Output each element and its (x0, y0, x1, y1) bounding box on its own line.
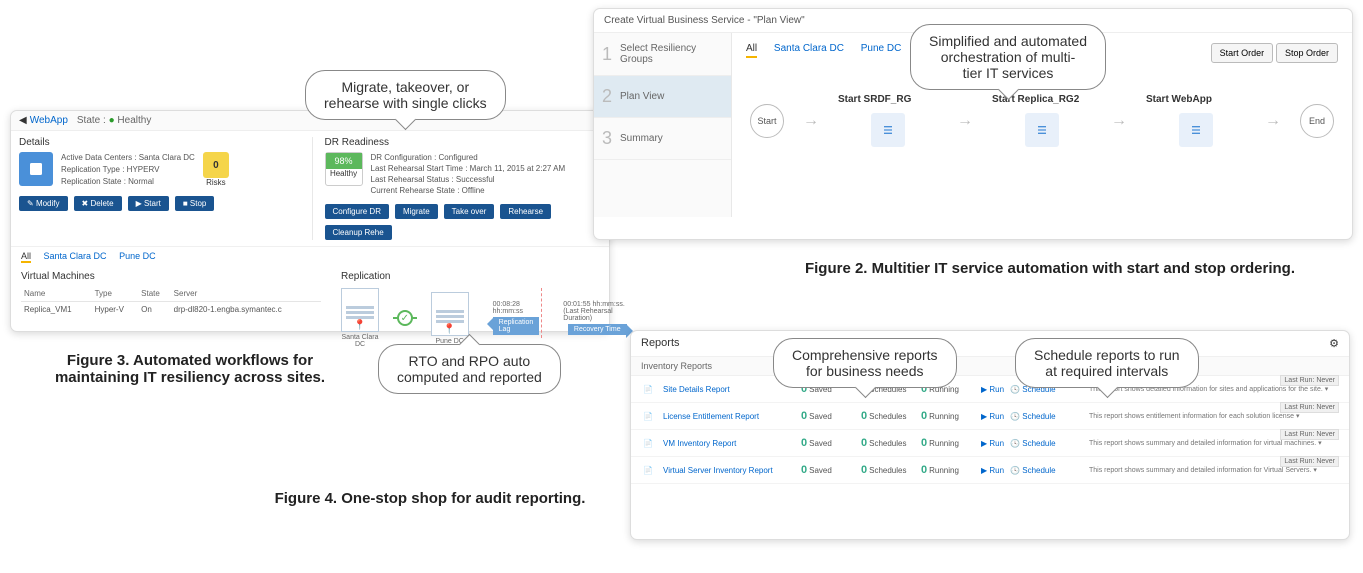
vm-table: Virtual Machines NameTypeStateServer Rep… (21, 271, 321, 348)
report-desc: Last Run: NeverThis report shows summary… (1089, 466, 1339, 474)
chevron-down-icon[interactable]: ▾ (1313, 467, 1317, 474)
breadcrumb-webapp[interactable]: WebApp (30, 115, 68, 126)
details-title: Details (19, 137, 296, 148)
details-section: Details Active Data Centers : Santa Clar… (19, 137, 296, 240)
tab-all[interactable]: All (746, 43, 757, 58)
app-icon (19, 152, 53, 186)
rehearse-button[interactable]: Rehearse (500, 204, 551, 219)
fig2-caption: Figure 2. Multitier IT service automatio… (740, 260, 1360, 277)
health-badge: 98% Healthy (325, 152, 363, 186)
fig3-caption: Figure 3. Automated workflows for mainta… (20, 352, 360, 386)
start-button[interactable]: ▶ Start (128, 196, 169, 211)
report-icon: 📄 (641, 409, 655, 423)
fig4-caption: Figure 4. One-stop shop for audit report… (230, 490, 630, 507)
list-icon (871, 113, 905, 147)
report-name[interactable]: VM Inventory Report (663, 439, 793, 448)
workflow-flow: Start → Start SRDF_RG → Start Replica_RG… (746, 94, 1338, 147)
tab-pune[interactable]: Pune DC (119, 251, 156, 261)
reports-title: Reports (641, 337, 680, 350)
chevron-down-icon[interactable]: ▾ (1296, 413, 1300, 420)
last-run: Last Run: Never (1280, 402, 1339, 413)
report-row[interactable]: 📄Site Details Report0Saved0Schedules0Run… (631, 376, 1349, 403)
callout-orchestration: Simplified and automated orchestration o… (910, 24, 1106, 90)
dc-tabs: All Santa Clara DC Pune DC (11, 246, 609, 265)
step-3[interactable]: 3Summary (594, 118, 731, 160)
dr-section: DR Readiness 98% Healthy DR Configuratio… (312, 137, 602, 240)
flow-node-srdf[interactable]: Start SRDF_RG (838, 94, 938, 147)
callout-migrate: Migrate, takeover, or rehearse with sing… (305, 70, 506, 120)
run-link[interactable]: ▶ Run (981, 412, 1004, 421)
flow-node-webapp[interactable]: Start WebApp (1146, 94, 1246, 147)
report-icon: 📄 (641, 463, 655, 477)
fig3-panel: ◀ WebApp State : ● Healthy Details Activ… (10, 110, 610, 332)
reports-subtitle: Inventory Reports (631, 357, 1349, 376)
recovery-time: Recovery Time (568, 324, 627, 335)
last-run: Last Run: Never (1280, 375, 1339, 386)
state-label: State : ● Healthy (77, 115, 151, 126)
report-name[interactable]: Virtual Server Inventory Report (663, 466, 793, 475)
callout-reports: Comprehensive reports for business needs (773, 338, 957, 388)
dr-title: DR Readiness (325, 137, 602, 148)
takeover-button[interactable]: Take over (444, 204, 495, 219)
run-link[interactable]: ▶ Run (981, 439, 1004, 448)
modify-button[interactable]: ✎ Modify (19, 196, 68, 211)
report-desc: Last Run: NeverThis report shows summary… (1089, 439, 1339, 447)
schedule-link[interactable]: 🕓 Schedule (1010, 439, 1056, 448)
list-icon (1179, 113, 1213, 147)
dc-pune: 📍 Pune DC (431, 292, 469, 345)
gear-icon[interactable]: ⚙ (1329, 337, 1339, 350)
replication-link: ✓ (393, 317, 417, 319)
report-row[interactable]: 📄VM Inventory Report0Saved0Schedules0Run… (631, 430, 1349, 457)
tab-sc[interactable]: Santa Clara DC (774, 43, 844, 54)
last-run: Last Run: Never (1280, 429, 1339, 440)
configure-dr-button[interactable]: Configure DR (325, 204, 389, 219)
report-name[interactable]: License Entitlement Report (663, 412, 793, 421)
run-link[interactable]: ▶ Run (981, 466, 1004, 475)
dr-info: DR Configuration : ConfiguredLast Rehear… (371, 152, 566, 196)
step-1[interactable]: 1Select Resiliency Groups (594, 33, 731, 76)
last-run: Last Run: Never (1280, 456, 1339, 467)
repl-title: Replication (341, 271, 631, 282)
risks-badge[interactable]: 0 Risks (203, 152, 229, 187)
check-icon: ✓ (397, 310, 413, 326)
start-order-button[interactable]: Start Order (1211, 43, 1274, 63)
report-row[interactable]: 📄Virtual Server Inventory Report0Saved0S… (631, 457, 1349, 484)
report-icon: 📄 (641, 382, 655, 396)
flow-node-replica[interactable]: Start Replica_RG2 (992, 94, 1092, 147)
table-row[interactable]: Replica_VM1Hyper-VOndrp-dl820-1.engba.sy… (21, 302, 321, 318)
chevron-down-icon[interactable]: ▾ (1325, 386, 1329, 393)
flow-start: Start (750, 104, 784, 138)
dc-santa-clara: 📍 Santa Clara DC (341, 288, 379, 348)
vm-title: Virtual Machines (21, 271, 321, 282)
chevron-down-icon[interactable]: ▾ (1318, 440, 1322, 447)
stop-button[interactable]: ■ Stop (175, 196, 215, 211)
replication-section: Replication 📍 Santa Clara DC ✓ 📍 Pune DC… (341, 271, 631, 348)
replication-lag: Replication Lag (493, 317, 540, 335)
back-icon[interactable]: ◀ (19, 115, 27, 126)
migrate-button[interactable]: Migrate (395, 204, 438, 219)
report-row[interactable]: 📄License Entitlement Report0Saved0Schedu… (631, 403, 1349, 430)
schedule-link[interactable]: 🕓 Schedule (1010, 412, 1056, 421)
report-icon: 📄 (641, 436, 655, 450)
callout-schedule: Schedule reports to run at required inte… (1015, 338, 1199, 388)
report-desc: Last Run: NeverThis report shows entitle… (1089, 412, 1339, 420)
list-icon (1025, 113, 1059, 147)
step-2[interactable]: 2Plan View (594, 76, 731, 118)
schedule-link[interactable]: 🕓 Schedule (1010, 466, 1056, 475)
callout-rto-rpo: RTO and RPO auto computed and reported (378, 344, 561, 394)
flow-end: End (1300, 104, 1334, 138)
cleanup-button[interactable]: Cleanup Rehe (325, 225, 392, 240)
wizard-steps: 1Select Resiliency Groups 2Plan View 3Su… (594, 33, 732, 217)
details-info: Active Data Centers : Santa Clara DC Rep… (61, 152, 195, 188)
delete-button[interactable]: ✖ Delete (74, 196, 122, 211)
stop-order-button[interactable]: Stop Order (1276, 43, 1338, 63)
report-name[interactable]: Site Details Report (663, 385, 793, 394)
tab-pune[interactable]: Pune DC (861, 43, 902, 54)
fig4-panel: Reports ⚙ Inventory Reports 📄 Site Details… (630, 330, 1350, 540)
run-link[interactable]: ▶ Run (981, 385, 1004, 394)
tab-all[interactable]: All (21, 251, 31, 263)
tab-sc[interactable]: Santa Clara DC (44, 251, 107, 261)
